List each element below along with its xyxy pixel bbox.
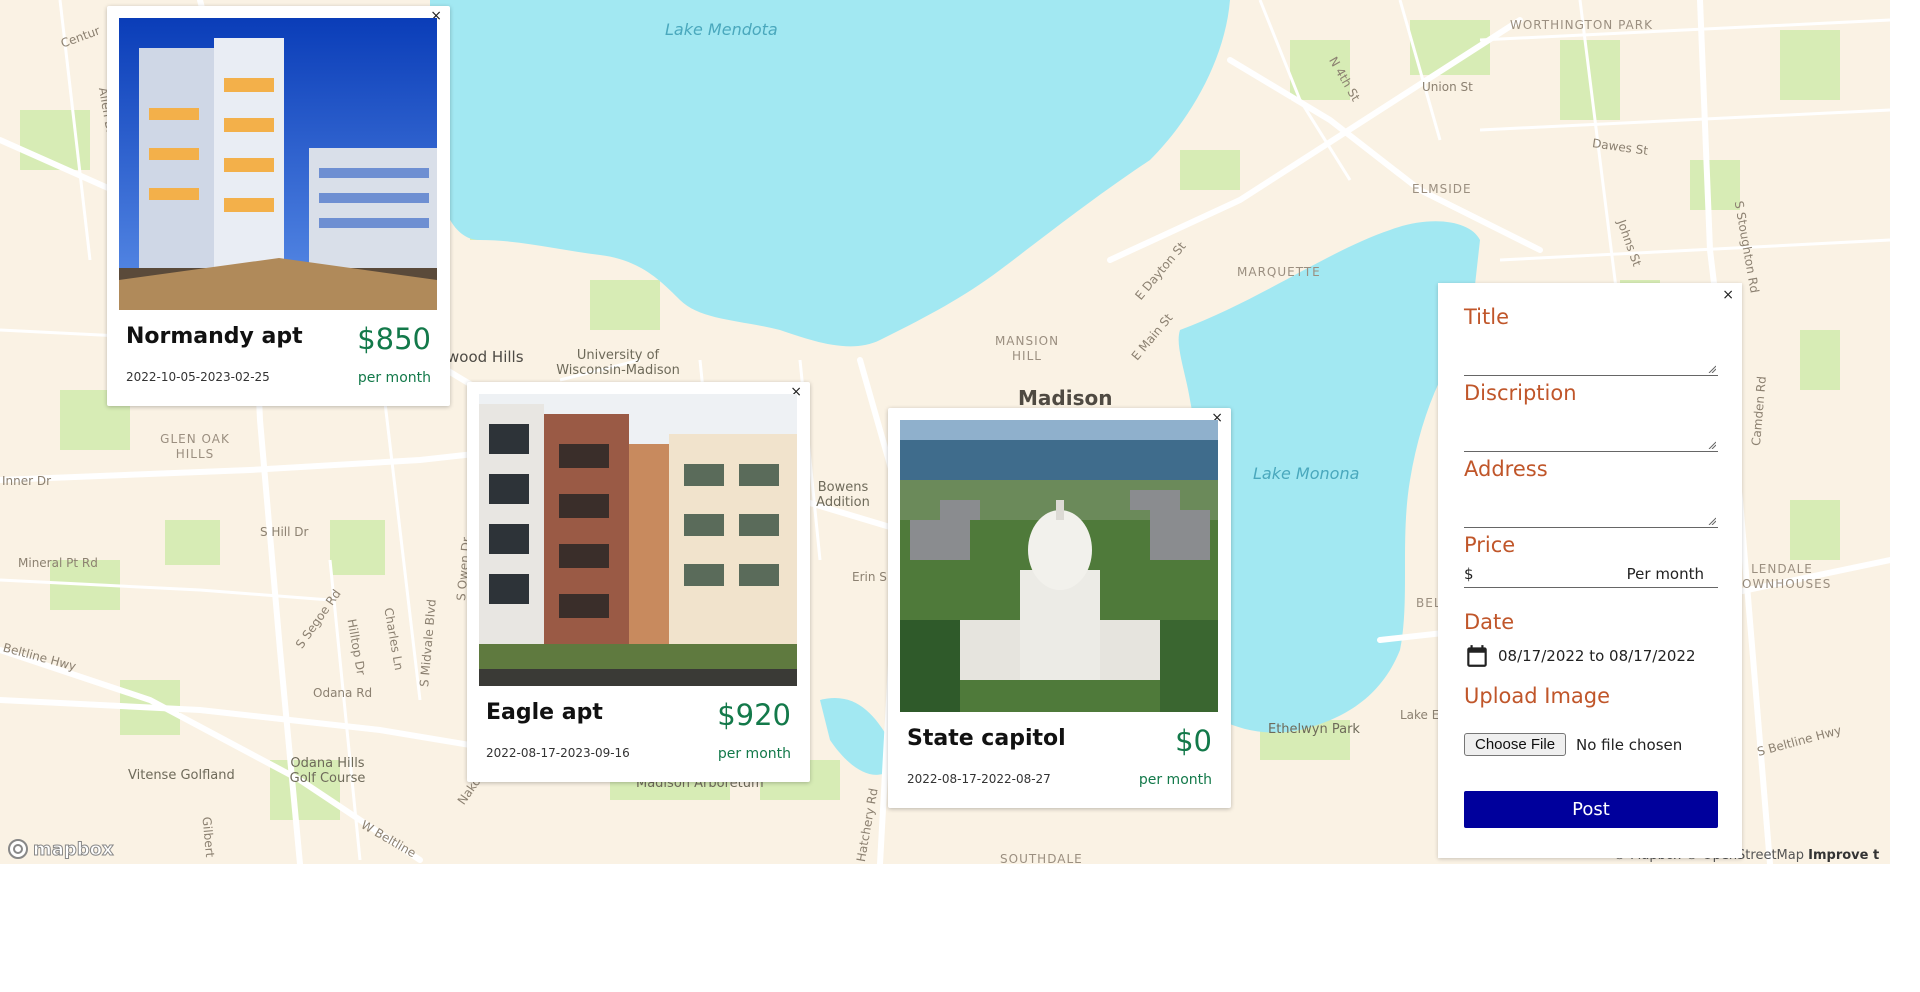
street-union-st: Union St <box>1422 80 1473 94</box>
worthington-park-label: WORTHINGTON PARK <box>1510 18 1653 32</box>
odana-hills-golf-label: Odana Hills Golf Course <box>289 756 366 786</box>
listing-photo-capitol <box>900 420 1218 712</box>
madison-city-label: Madison <box>1018 386 1113 410</box>
mapbox-mark-icon <box>8 839 28 859</box>
date-range-picker[interactable]: 08/17/2022 to 08/17/2022 <box>1464 643 1696 669</box>
listing-title: Eagle apt <box>486 700 603 725</box>
street-mineral-pt-rd: Mineral Pt Rd <box>18 556 98 570</box>
ethelwyn-park-label: Ethelwyn Park <box>1268 722 1360 737</box>
listing-per-month: per month <box>717 746 791 762</box>
listing-price: $0 <box>1175 724 1212 758</box>
street-erin-s: Erin S <box>852 570 887 584</box>
listing-card-eagle[interactable]: × Eagle apt $920 2022-08-17-2023-09-16 p… <box>467 382 810 782</box>
listing-dates: 2022-08-17-2023-09-16 <box>486 746 630 760</box>
address-input[interactable] <box>1464 503 1718 528</box>
listing-photo-eagle <box>479 394 797 686</box>
listing-card-state-capitol[interactable]: × State capitol $0 2022-08-17-2022-08-27… <box>888 408 1231 808</box>
marquette-label: MARQUETTE <box>1237 265 1321 279</box>
apartment-building-image <box>479 394 797 686</box>
listing-per-month: per month <box>357 370 431 386</box>
street-odana-rd: Odana Rd <box>313 686 373 700</box>
bowens-addition-label: Bowens Addition <box>816 480 870 510</box>
listing-title: Normandy apt <box>126 324 303 349</box>
title-input[interactable] <box>1464 351 1718 376</box>
lake-e-label: Lake E <box>1400 708 1440 722</box>
uw-madison-label: University of Wisconsin-Madison <box>556 348 680 378</box>
vitense-golfland-label: Vitense Golfland <box>128 768 235 783</box>
price-input[interactable]: $ Per month <box>1464 565 1718 588</box>
new-listing-form: × Title Discription Address Price $ Per … <box>1438 283 1742 858</box>
date-range-value: 08/17/2022 to 08/17/2022 <box>1498 647 1696 665</box>
listing-title: State capitol <box>907 726 1066 751</box>
wood-hills-label: wood Hills <box>447 348 524 366</box>
price-prefix: $ <box>1464 565 1474 583</box>
listing-card-normandy[interactable]: × Normandy apt $850 2022-10-05-2023-02-2… <box>107 6 450 406</box>
description-label: Discription <box>1464 381 1577 405</box>
calendar-icon[interactable] <box>1464 643 1490 669</box>
listing-dates: 2022-08-17-2022-08-27 <box>907 772 1051 786</box>
glendale-townhouses-label: LENDALE OWNHOUSES <box>1742 562 1832 591</box>
elmside-label: ELMSIDE <box>1412 182 1472 196</box>
improve-map-link[interactable]: Improve t <box>1808 848 1879 863</box>
street-s-hill-dr: S Hill Dr <box>260 525 309 539</box>
mansion-hill-label: MANSION HILL <box>994 334 1060 363</box>
southdale-label: SOUTHDALE <box>1000 852 1083 864</box>
upload-image-label: Upload Image <box>1464 684 1611 708</box>
lake-monona-label: Lake Monona <box>1253 464 1360 483</box>
post-button[interactable]: Post <box>1464 791 1718 828</box>
listing-photo-normandy <box>119 18 437 310</box>
address-label: Address <box>1464 457 1548 481</box>
listing-price: $850 <box>357 322 431 356</box>
listing-per-month: per month <box>1138 772 1212 788</box>
mapbox-logo[interactable]: mapbox <box>7 838 114 860</box>
capitol-aerial-image <box>900 420 1218 712</box>
listing-price: $920 <box>717 698 791 732</box>
resize-grip-icon[interactable] <box>1708 517 1716 525</box>
file-status: No file chosen <box>1576 736 1683 754</box>
glen-oak-hills-label: GLEN OAK HILLS <box>160 432 230 461</box>
price-suffix: Per month <box>1626 565 1704 583</box>
lake-mendota-label: Lake Mendota <box>665 20 778 39</box>
close-icon[interactable]: × <box>1722 287 1734 303</box>
street-inner-dr: Inner Dr <box>2 474 52 488</box>
title-label: Title <box>1464 305 1510 329</box>
resize-grip-icon[interactable] <box>1708 441 1716 449</box>
date-label: Date <box>1464 610 1515 634</box>
choose-file-button[interactable]: Choose File <box>1464 733 1567 756</box>
price-label: Price <box>1464 533 1516 557</box>
apartment-building-image <box>119 18 437 310</box>
description-input[interactable] <box>1464 427 1718 452</box>
resize-grip-icon[interactable] <box>1708 365 1716 373</box>
mapbox-logo-text: mapbox <box>33 838 115 860</box>
listing-dates: 2022-10-05-2023-02-25 <box>126 370 270 384</box>
